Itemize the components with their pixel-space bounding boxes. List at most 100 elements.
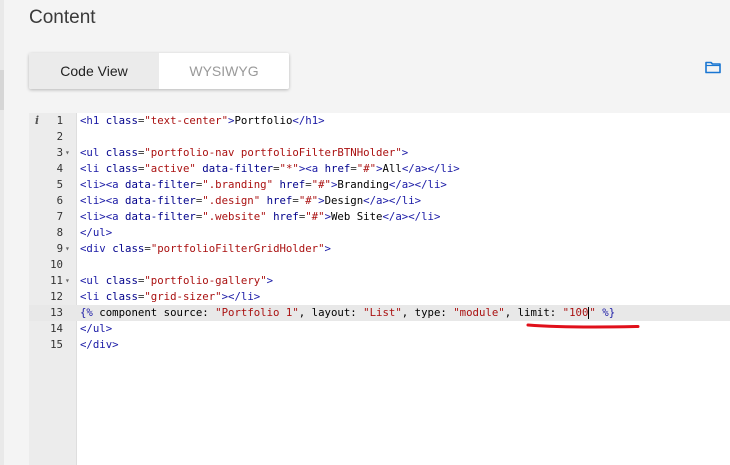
- code-token: class: [105, 290, 138, 303]
- code-token: Web Site: [331, 210, 383, 223]
- code-token: "#": [311, 178, 331, 191]
- code-text: </ul>: [80, 225, 112, 241]
- code-token: ><a: [298, 162, 325, 175]
- code-line[interactable]: i 1 <h1 class="text-center">Portfolio</h1>: [29, 113, 730, 129]
- line-number: 15: [50, 338, 63, 351]
- code-token: ".branding": [202, 178, 274, 191]
- editor-mode-tabs: Code View WYSIWYG: [29, 53, 289, 89]
- code-token: "100: [562, 306, 589, 319]
- line-number: 4: [56, 162, 63, 175]
- code-token: "grid-sizer": [144, 290, 222, 303]
- code-token: class: [105, 114, 138, 127]
- code-token: component source:: [92, 306, 216, 319]
- code-text: <li class="grid-sizer"></li>: [80, 289, 260, 305]
- code-token: data-filter: [125, 194, 196, 207]
- code-text: <ul class="portfolio-nav portfolioFilter…: [80, 145, 408, 161]
- tab-code-view[interactable]: Code View: [29, 53, 159, 89]
- code-token: "portfolio-gallery": [144, 274, 267, 287]
- code-token: class: [105, 274, 138, 287]
- code-line[interactable]: 15 </div>: [29, 337, 730, 353]
- code-token: "Portfolio 1": [215, 306, 299, 319]
- line-number: 9: [56, 242, 63, 255]
- code-token: "List": [363, 306, 402, 319]
- code-text: <li><a data-filter=".website" href="#">W…: [80, 209, 440, 225]
- code-editor[interactable]: i 1 <h1 class="text-center">Portfolio</h1>…: [29, 113, 730, 465]
- code-text: <li><a data-filter=".design" href="#">De…: [80, 193, 421, 209]
- line-number: 2: [56, 130, 63, 143]
- code-token: Portfolio: [234, 114, 293, 127]
- code-line[interactable]: 11 ▾ <ul class="portfolio-gallery">: [29, 273, 730, 289]
- line-number: 12: [50, 290, 63, 303]
- code-token: href: [273, 210, 299, 223]
- left-edge-notch: [0, 70, 4, 110]
- code-line[interactable]: 7 <li><a data-filter=".website" href="#">…: [29, 209, 730, 225]
- code-token: %}: [602, 306, 616, 319]
- code-token: </a></li>: [388, 178, 447, 191]
- fold-toggle-icon[interactable]: ▾: [65, 145, 70, 161]
- code-token: "module": [453, 306, 505, 319]
- line-number: 14: [50, 322, 63, 335]
- code-token: </div>: [80, 338, 119, 351]
- code-token: <ul: [80, 274, 106, 287]
- code-token: ></li>: [221, 290, 261, 303]
- code-token: class: [105, 146, 138, 159]
- code-token: Branding: [337, 178, 389, 191]
- line-number: 10: [50, 258, 63, 271]
- code-text: <li><a data-filter=".branding" href="#">…: [80, 177, 447, 193]
- code-text: </div>: [80, 337, 119, 353]
- code-line[interactable]: 5 <li><a data-filter=".branding" href="#"…: [29, 177, 730, 193]
- code-token: <ul: [80, 146, 106, 159]
- code-line[interactable]: 12 <li class="grid-sizer"></li>: [29, 289, 730, 305]
- line-number: 7: [56, 210, 63, 223]
- code-token: <div: [80, 242, 113, 255]
- code-token: <h1: [80, 114, 106, 127]
- code-token: href: [324, 162, 351, 175]
- code-line[interactable]: 13 {% component source: "Portfolio 1", la…: [29, 305, 730, 321]
- code-text: <div class="portfolioFilterGridHolder">: [80, 241, 331, 257]
- folder-icon[interactable]: [705, 60, 721, 74]
- code-line[interactable]: 4 <li class="active" data-filter="*"><a h…: [29, 161, 730, 177]
- code-line[interactable]: 8 </ul>: [29, 225, 730, 241]
- code-token: Design: [324, 194, 364, 207]
- code-token: "#": [298, 194, 319, 207]
- code-token: <li><a: [80, 178, 126, 191]
- code-line[interactable]: 3 ▾ <ul class="portfolio-nav portfolioFilt…: [29, 145, 730, 161]
- line-number: 6: [56, 194, 63, 207]
- code-text: <li class="active" data-filter="*"><a hr…: [80, 161, 460, 177]
- code-token: </ul>: [80, 226, 113, 239]
- code-token: All: [382, 162, 402, 175]
- code-line[interactable]: 10: [29, 257, 730, 273]
- line-number: 11: [50, 274, 63, 287]
- left-edge-strip: [0, 0, 4, 465]
- line-number: 8: [56, 226, 63, 239]
- code-line[interactable]: 2: [29, 129, 730, 145]
- code-token: <li><a: [80, 210, 126, 223]
- code-text: <h1 class="text-center">Portfolio</h1>: [80, 113, 325, 129]
- code-token: , layout:: [298, 306, 364, 319]
- line-number: 13: [50, 306, 63, 319]
- code-token: data-filter: [125, 178, 196, 191]
- code-token: </ul>: [80, 322, 113, 335]
- tab-wysiwyg[interactable]: WYSIWYG: [159, 53, 289, 89]
- code-token: ".design": [202, 194, 261, 207]
- code-token: <li: [80, 162, 106, 175]
- code-token: {%: [80, 306, 93, 319]
- code-line[interactable]: 6 <li><a data-filter=".design" href="#">D…: [29, 193, 730, 209]
- code-token: href: [266, 194, 293, 207]
- fold-toggle-icon[interactable]: ▾: [65, 241, 70, 257]
- line-number: 3: [56, 146, 63, 159]
- code-token: data-filter: [202, 162, 274, 175]
- code-token: >: [266, 274, 274, 287]
- code-token: "*": [279, 162, 299, 175]
- page-title: Content: [29, 7, 96, 28]
- code-token: class: [112, 242, 145, 255]
- code-token: "portfolio-nav portfolioFilterBTNHolder": [144, 146, 402, 159]
- code-text: {% component source: "Portfolio 1", layo…: [80, 305, 615, 321]
- code-line[interactable]: 9 ▾ <div class="portfolioFilterGridHolder"…: [29, 241, 730, 257]
- code-token: ".website": [202, 210, 267, 223]
- code-token: , limit:: [504, 306, 563, 319]
- fold-toggle-icon[interactable]: ▾: [65, 273, 70, 289]
- code-token: , type:: [401, 306, 454, 319]
- code-token: href: [279, 178, 306, 191]
- code-token: </a></li>: [363, 194, 422, 207]
